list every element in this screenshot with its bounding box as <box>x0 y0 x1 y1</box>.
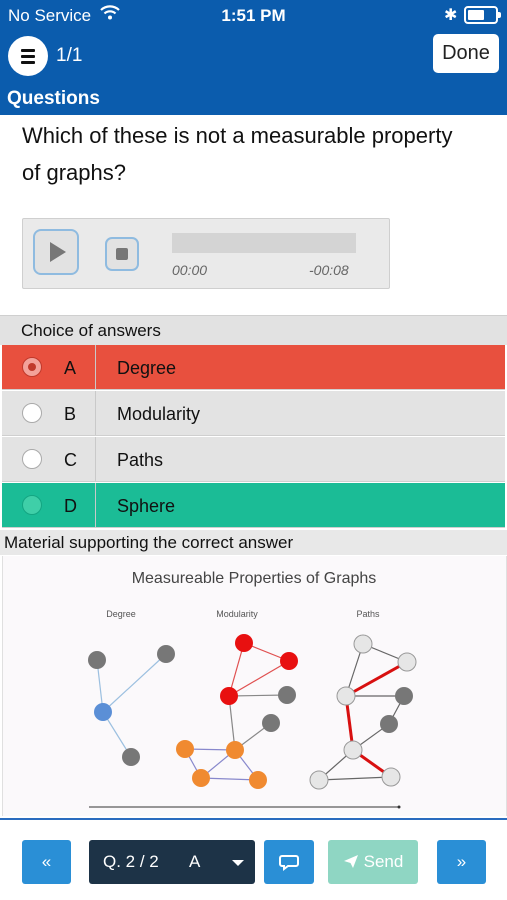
answer-letter-cell: C <box>2 437 96 481</box>
play-button[interactable] <box>33 229 79 275</box>
panel-label-degree: Degree <box>106 609 136 619</box>
audio-player: 00:00 -00:08 <box>22 218 390 289</box>
next-question-button[interactable]: » <box>437 840 486 884</box>
page-counter: 1/1 <box>56 45 83 66</box>
stop-icon <box>116 248 128 260</box>
audio-remaining-time: -00:08 <box>309 262 349 278</box>
graph-illustration: Measureable Properties of Graphs Degree … <box>88 570 417 809</box>
hamburger-icon <box>21 49 35 52</box>
menu-button[interactable] <box>8 36 48 76</box>
paths-graph <box>309 634 417 790</box>
done-button[interactable]: Done <box>433 34 499 73</box>
selected-answer-value: A <box>189 852 201 871</box>
answer-letter-cell: A <box>2 345 96 389</box>
modularity-graph <box>176 634 298 789</box>
chat-bubble-icon <box>279 855 299 871</box>
stop-button[interactable] <box>105 237 139 271</box>
status-bar: No Service 1:51 PM ✱ <box>0 0 507 30</box>
answer-text: Paths <box>117 450 164 470</box>
status-time: 1:51 PM <box>221 6 286 25</box>
radio-button[interactable] <box>22 357 42 377</box>
radio-button[interactable] <box>22 495 42 515</box>
answer-letter-cell: D <box>2 483 96 527</box>
question-number-label: Q. 2 / 2 <box>103 852 159 871</box>
answer-option-c[interactable]: C Paths <box>2 437 505 482</box>
caret-down-icon <box>232 860 244 866</box>
section-title: Questions <box>7 88 100 109</box>
answers-header-label: Choice of answers <box>21 321 161 340</box>
bottom-toolbar: « Q. 2 / 2 A Send » <box>0 818 507 900</box>
radio-button[interactable] <box>22 403 42 423</box>
paper-plane-icon <box>343 855 358 868</box>
comment-button[interactable] <box>264 840 314 884</box>
answer-option-d[interactable]: D Sphere <box>2 483 505 528</box>
audio-progress-bar[interactable] <box>172 233 356 253</box>
answer-text: Modularity <box>117 404 201 424</box>
answer-text: Sphere <box>117 496 176 516</box>
material-header-label: Material supporting the correct answer <box>4 533 294 552</box>
material-header: Material supporting the correct answer <box>0 530 507 555</box>
answer-letter: B <box>64 404 77 424</box>
question-text: Which of these is not a measurable prope… <box>22 123 453 185</box>
hamburger-icon-line <box>21 61 35 64</box>
nav-bar: 1/1 Done Questions <box>0 30 507 115</box>
figure-title: Measureable Properties of Graphs <box>132 570 377 587</box>
panel-label-modularity: Modularity <box>216 609 258 619</box>
bluetooth-icon: ✱ <box>444 7 458 24</box>
send-label: Send <box>363 852 404 871</box>
question-selector[interactable]: Q. 2 / 2 A <box>89 840 255 884</box>
answer-letter: A <box>64 358 77 378</box>
answer-text: Degree <box>117 358 177 378</box>
answer-letter: C <box>64 450 77 470</box>
answer-letter-cell: B <box>2 391 96 435</box>
answer-option-b[interactable]: B Modularity <box>2 391 505 436</box>
answer-option-a[interactable]: A Degree <box>2 345 505 390</box>
play-icon <box>50 242 66 262</box>
hamburger-icon-line <box>21 55 35 58</box>
radio-button[interactable] <box>22 449 42 469</box>
previous-question-button[interactable]: « <box>22 840 71 884</box>
panel-label-paths: Paths <box>356 609 380 619</box>
supporting-figure: Measureable Properties of Graphs Degree … <box>2 556 507 816</box>
answer-letter: D <box>64 496 77 516</box>
answers-header: Choice of answers <box>0 315 507 345</box>
send-button[interactable]: Send <box>328 840 418 884</box>
battery-icon <box>464 6 501 24</box>
audio-elapsed-time: 00:00 <box>172 262 208 278</box>
degree-graph <box>88 645 175 766</box>
